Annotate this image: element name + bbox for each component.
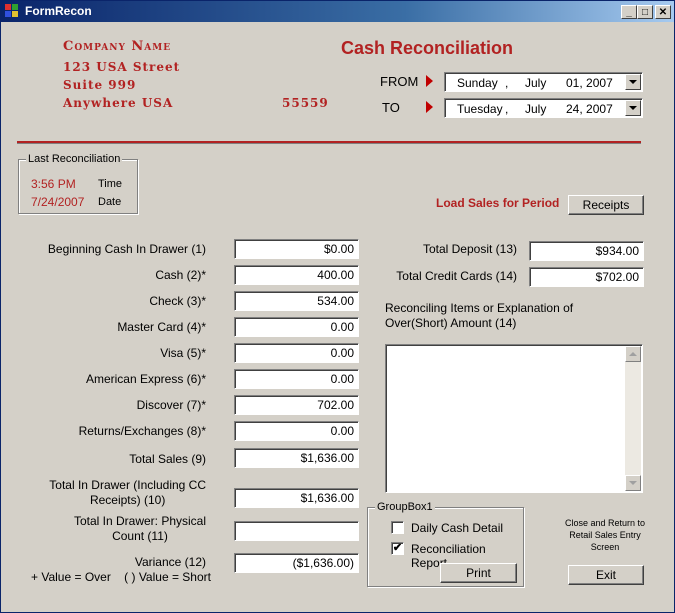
window-title: FormRecon xyxy=(25,4,92,18)
load-sales-label: Load Sales for Period xyxy=(436,196,560,210)
page-heading: Cash Reconciliation xyxy=(341,38,514,58)
total-sales-field[interactable]: $1,636.00 xyxy=(234,448,359,468)
last-recon-date-value: 7/24/2007 xyxy=(31,195,85,209)
exit-button[interactable]: Exit xyxy=(568,565,644,585)
variance-field[interactable]: ($1,636.00) xyxy=(234,553,359,573)
last-recon-time-value: 3:56 PM xyxy=(31,177,76,191)
total-drawer-physical-label: Total In Drawer: Physical Count (11) xyxy=(73,514,206,543)
discover-field[interactable]: 702.00 xyxy=(234,395,359,415)
company-name: Company Name xyxy=(63,39,172,54)
to-label: TO xyxy=(382,100,400,115)
daily-cash-detail-checkbox[interactable] xyxy=(391,521,404,534)
last-recon-date-label: Date xyxy=(98,196,122,208)
total-drawer-physical-field[interactable] xyxy=(234,521,359,541)
beginning-cash-field[interactable]: $0.00 xyxy=(234,239,359,259)
total-credit-cards-field[interactable]: $702.00 xyxy=(529,267,644,287)
last-reconciliation-title: Last Reconciliation xyxy=(26,153,123,165)
scroll-down-icon[interactable] xyxy=(625,475,641,491)
returns-field[interactable]: 0.00 xyxy=(234,421,359,441)
last-recon-time-label: Time xyxy=(98,178,123,190)
receipts-button[interactable]: Receipts xyxy=(568,195,644,215)
app-icon xyxy=(5,4,19,18)
variance-hint: + Value = Over ( ) Value = Short xyxy=(31,570,211,584)
company-city: Anywhere USA xyxy=(63,96,174,110)
from-arrow-icon xyxy=(426,75,433,87)
from-month: July xyxy=(525,76,547,90)
field-label-returns: Returns/Exchanges (8)* xyxy=(78,424,206,438)
total-deposit-label: Total Deposit (13) xyxy=(422,242,517,256)
reconciling-label: Reconciling Items or Explanation of Over(… xyxy=(385,301,574,330)
to-month: July xyxy=(525,102,547,116)
field-label-american-express: American Express (6)* xyxy=(85,372,206,386)
from-date-picker[interactable]: Sunday , July 01, 2007 xyxy=(444,72,643,92)
from-label: FROM xyxy=(380,74,419,89)
scroll-up-icon[interactable] xyxy=(625,346,641,362)
exit-note: Close and Return to Retail Sales Entry Scr… xyxy=(564,518,646,552)
american-express-field[interactable]: 0.00 xyxy=(234,369,359,389)
title-bar[interactable]: FormRecon _ □ ✕ xyxy=(1,1,674,22)
total-drawer-cc-field[interactable]: $1,636.00 xyxy=(234,488,359,508)
close-button[interactable]: ✕ xyxy=(655,5,671,19)
check-field[interactable]: 534.00 xyxy=(234,291,359,311)
to-day-year: 24, 2007 xyxy=(566,102,613,116)
field-label-total-sales: Total Sales (9) xyxy=(129,452,206,466)
company-suite: Suite 999 xyxy=(63,78,137,92)
to-weekday: Tuesday xyxy=(457,102,503,116)
reconciling-textarea[interactable] xyxy=(385,344,643,493)
total-drawer-cc-label: Total In Drawer (Including CC Receipts) (… xyxy=(49,478,206,507)
formrecon-window: FormRecon _ □ ✕ Company Name 123 USA Str… xyxy=(0,0,675,613)
field-label-discover: Discover (7)* xyxy=(136,398,206,412)
reconciling-scrollbar[interactable] xyxy=(625,346,641,491)
maximize-button[interactable]: □ xyxy=(637,5,653,19)
minimize-button[interactable]: _ xyxy=(621,5,637,19)
company-street: 123 USA Street xyxy=(63,60,181,74)
variance-label: Variance (12) xyxy=(134,555,206,569)
from-dropdown-icon[interactable] xyxy=(625,74,641,90)
groupbox1-title: GroupBox1 xyxy=(375,501,435,513)
total-deposit-field[interactable]: $934.00 xyxy=(529,241,644,261)
to-sep: , xyxy=(505,102,509,116)
field-label-check: Check (3)* xyxy=(149,294,206,308)
to-date-picker[interactable]: Tuesday , July 24, 2007 xyxy=(444,98,643,118)
to-arrow-icon xyxy=(426,101,433,113)
company-zip: 55559 xyxy=(282,96,329,110)
from-day-year: 01, 2007 xyxy=(566,76,613,90)
header-divider xyxy=(17,141,641,144)
field-label-master-card: Master Card (4)* xyxy=(117,320,206,334)
field-label-beginning-cash: Beginning Cash In Drawer (1) xyxy=(47,242,206,256)
master-card-field[interactable]: 0.00 xyxy=(234,317,359,337)
cash-field[interactable]: 400.00 xyxy=(234,265,359,285)
groupbox1: GroupBox1 Daily Cash Detail ✔ Reconcilia… xyxy=(367,501,524,587)
to-dropdown-icon[interactable] xyxy=(625,100,641,116)
daily-cash-detail-label: Daily Cash Detail xyxy=(411,521,504,535)
total-credit-cards-label: Total Credit Cards (14) xyxy=(396,269,517,283)
visa-field[interactable]: 0.00 xyxy=(234,343,359,363)
from-sep: , xyxy=(505,76,509,90)
field-label-cash: Cash (2)* xyxy=(155,268,206,282)
last-reconciliation-group: Last Reconciliation 3:56 PM Time 7/24/20… xyxy=(18,153,138,214)
field-label-visa: Visa (5)* xyxy=(160,346,206,360)
reconciliation-report-checkbox[interactable]: ✔ xyxy=(391,542,404,555)
print-button[interactable]: Print xyxy=(440,563,517,583)
from-weekday: Sunday xyxy=(457,76,498,90)
